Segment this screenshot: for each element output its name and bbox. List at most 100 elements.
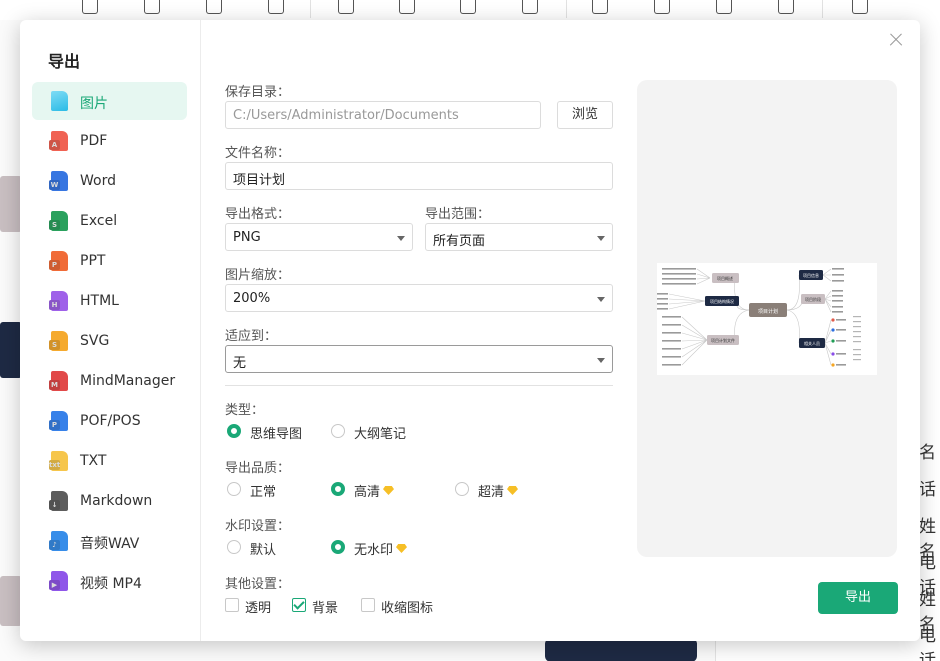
file-name-input[interactable]: 项目计划 xyxy=(225,162,613,190)
background-node xyxy=(545,638,697,661)
chevron-down-icon xyxy=(597,358,605,363)
format-value: PNG xyxy=(233,230,261,245)
svg-file-icon: S xyxy=(49,331,68,351)
section-divider xyxy=(225,385,613,386)
export-preview-panel: 项目计划 项目概述 项目结构情况 项目计划文件 项目信息 项目阶段 相关人员 xyxy=(637,80,897,557)
premium-gem-icon xyxy=(396,544,407,553)
sidebar-item-label: Excel xyxy=(80,213,118,229)
browse-button[interactable]: 浏览 xyxy=(557,101,613,129)
relation-icon[interactable] xyxy=(592,0,608,14)
quality-uhd-radio[interactable] xyxy=(455,482,469,496)
preview-left-node: 项目概述 xyxy=(717,275,733,281)
fit-select[interactable]: 无 xyxy=(225,345,613,373)
preview-right-node: 项目阶段 xyxy=(805,296,821,302)
background-checkbox[interactable] xyxy=(292,598,306,612)
format-select[interactable]: PNG xyxy=(225,223,413,251)
sidebar-item-svg[interactable]: S SVG xyxy=(32,322,187,360)
range-select[interactable]: 所有页面 xyxy=(425,223,613,251)
type-mindmap-label[interactable]: 思维导图 xyxy=(250,423,302,442)
background-label[interactable]: 背景 xyxy=(312,597,338,616)
fit-label: 适应到： xyxy=(225,329,278,344)
sidebar-item-audio-wav[interactable]: ♪ 音频WAV xyxy=(32,522,187,560)
sidebar-item-label: POF/POS xyxy=(80,413,141,429)
video-mp4-file-icon: ▶ xyxy=(49,571,68,591)
sidebar-item-markdown[interactable]: ↓ Markdown xyxy=(32,482,187,520)
comment-icon[interactable] xyxy=(654,0,670,14)
panel-text: 名 xyxy=(919,443,936,463)
sidebar-item-mindmanager[interactable]: M MindManager xyxy=(32,362,187,400)
excel-file-icon-badge: S xyxy=(49,220,60,230)
format-label: 导出格式： xyxy=(225,207,291,222)
watermark-default-radio[interactable] xyxy=(227,540,241,554)
sidebar-item-label: MindManager xyxy=(80,373,176,389)
sidebar-item-html[interactable]: H HTML xyxy=(32,282,187,320)
outline-icon[interactable] xyxy=(716,0,732,14)
mindmap-preview-image: 项目计划 项目概述 项目结构情况 项目计划文件 项目信息 项目阶段 相关人员 xyxy=(657,263,877,375)
quality-normal-radio[interactable] xyxy=(227,482,241,496)
sidebar-item-label: PDF xyxy=(80,133,108,149)
file-name-label: 文件名称： xyxy=(225,146,291,161)
chevron-down-icon xyxy=(597,236,605,241)
subtopic-icon[interactable] xyxy=(399,0,415,14)
preview-right-node: 相关人员 xyxy=(804,340,820,346)
sidebar-item-ppt[interactable]: P PPT xyxy=(32,242,187,280)
sidebar-item-pdf[interactable]: A PDF xyxy=(32,122,187,160)
sidebar-item-image[interactable]: 图片 xyxy=(32,82,187,120)
save-dir-value: C:/Users/Administrator/Documents xyxy=(233,108,459,123)
background-node xyxy=(0,176,22,232)
topic-icon[interactable] xyxy=(338,0,354,14)
sidebar-item-label: 图片 xyxy=(80,96,108,112)
mindmanager-file-icon: M xyxy=(49,371,68,391)
copy-format-icon[interactable] xyxy=(206,0,222,14)
chevron-down-icon xyxy=(397,236,405,241)
image-file-icon xyxy=(51,91,68,111)
audio-wav-file-icon: ♪ xyxy=(49,531,68,551)
sidebar-item-excel[interactable]: S Excel xyxy=(32,202,187,240)
eraser-icon[interactable] xyxy=(268,0,284,14)
transparent-checkbox[interactable] xyxy=(225,598,239,612)
sidebar-item-word[interactable]: W Word xyxy=(32,162,187,200)
summary-icon[interactable] xyxy=(778,0,794,14)
scale-select[interactable]: 200% xyxy=(225,284,613,312)
find-icon[interactable] xyxy=(852,0,868,14)
export-button[interactable]: 导出 xyxy=(818,582,898,614)
watermark-none-radio[interactable] xyxy=(331,540,345,554)
close-icon[interactable] xyxy=(886,30,906,50)
txt-file-icon-badge: txt xyxy=(49,460,61,470)
quality-hd-label[interactable]: 高清 xyxy=(354,481,380,500)
quality-uhd-label[interactable]: 超清 xyxy=(478,481,504,500)
export-format-sidebar: 导出 图片 A PDF W Word S Excel P PPT H HTML S SVG M MindMa… xyxy=(20,20,201,641)
watermark-default-label[interactable]: 默认 xyxy=(250,539,276,558)
save-dir-input[interactable]: C:/Users/Administrator/Documents xyxy=(225,101,541,129)
ppt-file-icon: P xyxy=(49,251,68,271)
type-outline-radio[interactable] xyxy=(331,424,345,438)
quality-normal-label[interactable]: 正常 xyxy=(250,481,276,500)
sidebar-item-label: HTML xyxy=(80,293,119,309)
sidebar-item-video-mp4[interactable]: ▶ 视频 MP4 xyxy=(32,562,187,600)
structure-icon[interactable] xyxy=(522,0,538,14)
pdf-file-icon: A xyxy=(49,131,68,151)
premium-gem-icon xyxy=(383,486,394,495)
svg-file-icon-badge: S xyxy=(49,340,60,350)
type-outline-label[interactable]: 大纲笔记 xyxy=(354,423,406,442)
watermark-none-label[interactable]: 无水印 xyxy=(354,539,393,558)
sidebar-item-label: TXT xyxy=(80,453,107,469)
mindmanager-file-icon-badge: M xyxy=(49,380,60,390)
dialog-title: 导出 xyxy=(48,52,81,71)
word-file-icon-badge: W xyxy=(49,180,60,190)
cut-icon[interactable] xyxy=(144,0,160,14)
toolbar-separator xyxy=(310,0,311,18)
html-file-icon: H xyxy=(49,291,68,311)
pof-pos-file-icon: P xyxy=(49,411,68,431)
sidebar-item-pof-pos[interactable]: P POF/POS xyxy=(32,402,187,440)
type-mindmap-radio[interactable] xyxy=(227,424,241,438)
collapse-icon-checkbox[interactable] xyxy=(361,598,375,612)
background-node xyxy=(0,322,22,378)
quality-hd-radio[interactable] xyxy=(331,482,345,496)
collapse-icon-label[interactable]: 收缩图标 xyxy=(381,597,433,616)
word-file-icon: W xyxy=(49,171,68,191)
document-icon[interactable] xyxy=(82,0,98,14)
box-icon[interactable] xyxy=(460,0,476,14)
sidebar-item-txt[interactable]: txt TXT xyxy=(32,442,187,480)
transparent-label[interactable]: 透明 xyxy=(245,597,271,616)
